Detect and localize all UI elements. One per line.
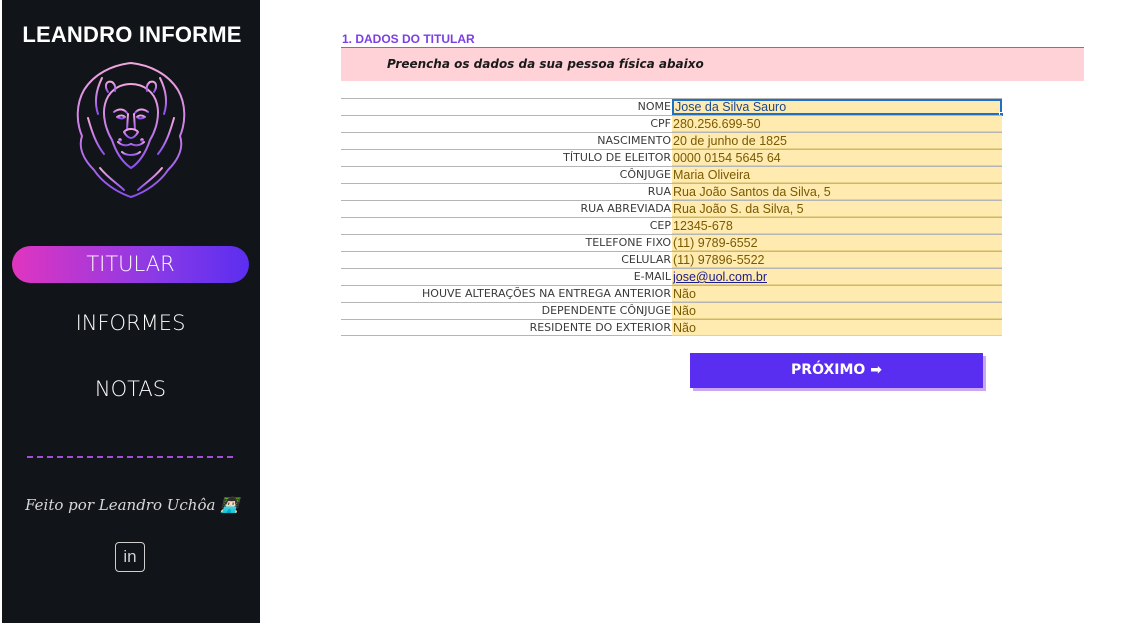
form-row-celular: CELULAR (11) 97896-5522 xyxy=(341,251,1002,268)
form-row-cep: CEP 12345-678 xyxy=(341,217,1002,234)
sidebar: LEANDRO INFORME TITULAR INFORMES NOTAS F… xyxy=(0,0,260,623)
field-label: NASCIMENTO xyxy=(597,134,671,147)
email-field[interactable]: jose@uol.com.br xyxy=(672,269,1002,285)
field-label: CPF xyxy=(650,117,671,130)
cpf-field[interactable]: 280.256.699-50 xyxy=(672,116,1002,132)
form-row-titulo-eleitor: TÍTULO DE ELEITOR 0000 0154 5645 64 xyxy=(341,149,1002,166)
field-label: TÍTULO DE ELEITOR xyxy=(563,151,671,164)
nav-titular[interactable]: TITULAR xyxy=(12,246,249,283)
form-row-rua-abreviada: RUA ABREVIADA Rua João S. da Silva, 5 xyxy=(341,200,1002,217)
author-credit: Feito por Leandro Uchôa 👨🏻‍💻 xyxy=(25,496,239,514)
form-row-telefone-fixo: TELEFONE FIXO (11) 9789-6552 xyxy=(341,234,1002,251)
form-row-dependente-conjuge: DEPENDENTE CÔNJUGE Não xyxy=(341,302,1002,319)
dependente-conjuge-field[interactable]: Não xyxy=(672,303,1002,319)
field-label: HOUVE ALTERAÇÕES NA ENTREGA ANTERIOR xyxy=(422,287,671,300)
field-label: CELULAR xyxy=(621,253,671,266)
field-label: DEPENDENTE CÔNJUGE xyxy=(541,304,671,317)
field-label: TELEFONE FIXO xyxy=(585,236,671,249)
field-label: CEP xyxy=(649,219,671,232)
next-button[interactable]: PRÓXIMO ➡ xyxy=(690,353,983,388)
lion-head-icon xyxy=(76,62,186,198)
rua-abreviada-field[interactable]: Rua João S. da Silva, 5 xyxy=(672,201,1002,217)
nascimento-field[interactable]: 20 de junho de 1825 xyxy=(672,133,1002,149)
residente-exterior-field[interactable]: Não xyxy=(672,320,1002,336)
rua-field[interactable]: Rua João Santos da Silva, 5 xyxy=(672,184,1002,200)
titulo-eleitor-field[interactable]: 0000 0154 5645 64 xyxy=(672,150,1002,166)
form-row-alteracoes: HOUVE ALTERAÇÕES NA ENTREGA ANTERIOR Não xyxy=(341,285,1002,302)
titular-form: NOME Jose da Silva Sauro CPF 280.256.699… xyxy=(341,98,1004,336)
field-label: RESIDENTE DO EXTERIOR xyxy=(529,321,671,334)
field-label: RUA xyxy=(647,185,671,198)
form-row-email: E-MAIL jose@uol.com.br xyxy=(341,268,1002,285)
instruction-banner: Preencha os dados da sua pessoa física a… xyxy=(341,48,1084,81)
cep-field[interactable]: 12345-678 xyxy=(672,218,1002,234)
sidebar-divider xyxy=(27,456,233,458)
form-row-conjuge: CÔNJUGE Maria Oliveira xyxy=(341,166,1002,183)
section-title: 1. DADOS DO TITULAR xyxy=(342,32,475,46)
nav-informes[interactable]: INFORMES xyxy=(12,305,249,342)
celular-field[interactable]: (11) 97896-5522 xyxy=(672,252,1002,268)
form-row-nascimento: NASCIMENTO 20 de junho de 1825 xyxy=(341,132,1002,149)
field-label: RUA ABREVIADA xyxy=(580,202,671,215)
field-label: CÔNJUGE xyxy=(619,168,671,181)
conjuge-field[interactable]: Maria Oliveira xyxy=(672,167,1002,183)
field-label: E-MAIL xyxy=(633,270,671,283)
nav-notas[interactable]: NOTAS xyxy=(12,371,249,408)
form-row-nome: NOME Jose da Silva Sauro xyxy=(341,98,1004,117)
form-row-cpf: CPF 280.256.699-50 xyxy=(341,115,1002,132)
form-row-residente-exterior: RESIDENTE DO EXTERIOR Não xyxy=(341,319,1002,336)
alteracoes-field[interactable]: Não xyxy=(672,286,1002,302)
form-row-rua: RUA Rua João Santos da Silva, 5 xyxy=(341,183,1002,200)
brand-title: LEANDRO INFORME xyxy=(22,22,242,47)
nome-field[interactable]: Jose da Silva Sauro xyxy=(672,99,1002,115)
telefone-fixo-field[interactable]: (11) 9789-6552 xyxy=(672,235,1002,251)
instruction-text: Preencha os dados da sua pessoa física a… xyxy=(387,57,704,71)
field-label: NOME xyxy=(637,100,671,113)
linkedin-icon[interactable]: in xyxy=(115,542,145,572)
